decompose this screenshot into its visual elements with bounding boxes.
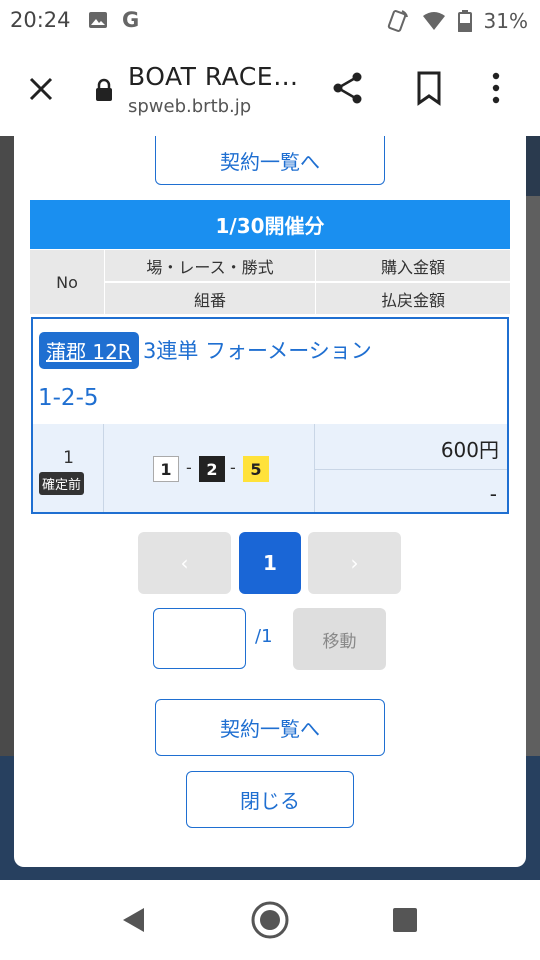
payout-amount: - <box>489 482 497 506</box>
bet-type: 3連単 フォーメーション <box>143 339 372 363</box>
record-no: 1 <box>63 448 74 468</box>
home-icon[interactable] <box>250 900 290 940</box>
status-badge: 確定前 <box>39 472 85 495</box>
date-header: 1/30開催分 <box>30 200 510 249</box>
col-combination: 組番 <box>105 283 315 314</box>
backdrop-edge <box>0 136 14 756</box>
navigation-bar <box>0 880 540 960</box>
backdrop-corner <box>526 136 540 196</box>
boat-number-2: 2 <box>199 456 225 482</box>
current-page-button[interactable]: 1 <box>239 532 301 594</box>
page-number-input[interactable] <box>153 608 246 669</box>
prev-page-button[interactable]: ‹ <box>138 532 231 594</box>
combination-text: 1-2-5 <box>38 385 99 411</box>
image-icon <box>89 12 107 28</box>
move-button[interactable]: 移動 <box>293 608 386 670</box>
battery-percent: 31% <box>483 9 528 33</box>
boat-number-1: 1 <box>153 456 179 482</box>
col-payout-amount: 払戻金額 <box>316 283 510 314</box>
venue-race-label: 蒲郡 12R <box>46 340 132 364</box>
purchase-amount: 600円 <box>315 424 507 470</box>
page-url[interactable]: spweb.brtb.jp <box>128 96 251 117</box>
bookmark-icon[interactable] <box>414 70 444 106</box>
page-total: /1 <box>255 626 273 647</box>
separator: - <box>230 458 236 477</box>
col-purchase-amount: 購入金額 <box>316 250 510 281</box>
browser-toolbar: BOAT RACE… spweb.brtb.jp <box>0 44 540 136</box>
close-icon[interactable] <box>24 72 58 106</box>
venue-race-link[interactable]: 蒲郡 12R <box>39 332 139 369</box>
col-venue-race-type: 場・レース・勝式 <box>105 250 315 281</box>
more-vert-icon[interactable] <box>490 70 502 106</box>
battery-icon <box>457 10 472 32</box>
share-icon[interactable] <box>330 70 366 106</box>
next-page-button[interactable]: › <box>308 532 401 594</box>
contract-list-button-top[interactable]: 契約一覧へ <box>155 136 385 185</box>
wifi-icon <box>422 12 445 30</box>
page-title[interactable]: BOAT RACE… <box>128 62 299 91</box>
status-time: 20:24 <box>10 8 71 32</box>
col-no: No <box>30 250 104 314</box>
record-no-cell: 1 確定前 <box>33 424 104 512</box>
close-button[interactable]: 閉じる <box>186 771 354 828</box>
separator: - <box>186 458 192 477</box>
chevron-right-icon: › <box>350 551 359 575</box>
recents-icon[interactable] <box>392 907 418 933</box>
hotspot-icon <box>387 10 408 32</box>
chevron-left-icon: ‹ <box>180 551 189 575</box>
status-bar: 20:24 G 31% <box>0 0 540 44</box>
google-g-icon: G <box>122 8 140 32</box>
contract-list-button-bottom[interactable]: 契約一覧へ <box>155 699 385 756</box>
boat-number-3: 5 <box>243 456 269 482</box>
back-icon[interactable] <box>120 906 148 934</box>
lock-icon <box>96 78 112 101</box>
record-combination-cell: 1 - 2 - 5 <box>104 424 315 512</box>
